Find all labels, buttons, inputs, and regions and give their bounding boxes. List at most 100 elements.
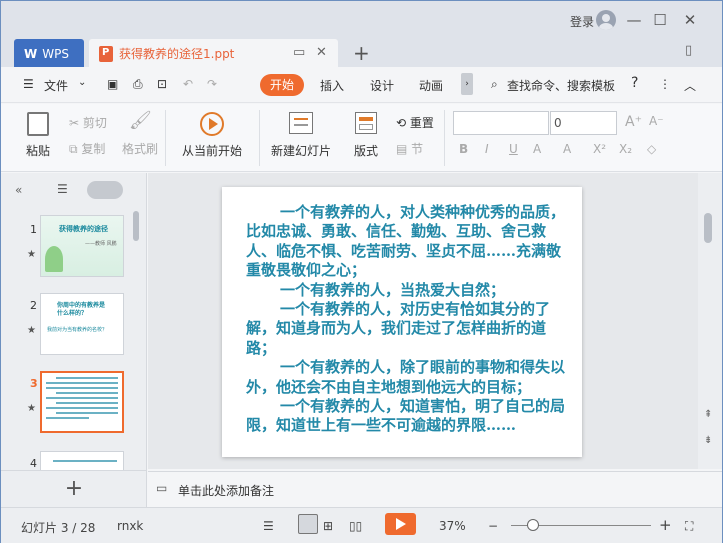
thumb2-sub: 我前对为当有教养的名校？: [47, 327, 108, 333]
tab-document[interactable]: 获得教养的途径1.ppt ▭ ✕: [89, 39, 338, 67]
slide-thumb-3[interactable]: [40, 371, 124, 433]
play-circle-icon: [200, 112, 224, 136]
reset-button[interactable]: ⟲ 重置: [396, 114, 434, 131]
window-mode-icon[interactable]: ▭: [293, 45, 305, 60]
wps-window: 登录 — ☐ ✕ W WPS 获得教养的途径1.ppt ▭ ✕ + ▯ ☰ 文件 …: [0, 0, 723, 543]
menu-insert[interactable]: 插入: [320, 77, 344, 94]
prev-slide-icon[interactable]: ⇞: [704, 409, 712, 420]
help-button[interactable]: ?: [631, 75, 638, 91]
canvas-scrollbar[interactable]: ⇞ ⇟: [698, 173, 722, 469]
zoom-out-button[interactable]: −: [488, 519, 498, 533]
collapse-panel-icon[interactable]: «: [15, 183, 22, 197]
cut-button[interactable]: ✂ 剪切: [69, 114, 107, 131]
slide-sorter-icon[interactable]: ⊞: [323, 519, 333, 533]
thumb3-lines: [46, 377, 118, 419]
copy-button[interactable]: ⧉ 复制: [69, 140, 105, 157]
zoom-level[interactable]: 37%: [439, 519, 466, 533]
text-color-icon[interactable]: A: [563, 142, 571, 156]
add-slide-button[interactable]: +: [1, 470, 147, 508]
thumb1-subtitle: ——教师 风鹏: [85, 241, 117, 247]
minimize-button[interactable]: —: [622, 8, 646, 32]
slide-number: 1: [30, 223, 37, 236]
close-window-button[interactable]: ✕: [678, 8, 702, 32]
more-icon[interactable]: ⋮: [659, 77, 671, 91]
underline-icon[interactable]: U: [509, 142, 518, 156]
current-slide[interactable]: 一个有教养的人，对人类种种优秀的品质，比如忠诚、勇敢、信任、勤勉、互助、舍己救人…: [222, 187, 582, 457]
paste-button[interactable]: 粘贴: [23, 112, 53, 159]
play-from-current-button[interactable]: 从当前开始: [179, 112, 245, 159]
login-link[interactable]: 登录: [570, 13, 594, 30]
paste-label: 粘贴: [25, 144, 50, 158]
slide-thumb-1[interactable]: 获得教养的途径 ——教师 风鹏: [40, 215, 124, 277]
bold-icon[interactable]: B: [459, 142, 468, 156]
status-bar: 幻灯片 3 / 28 rnxk ☰ ⊞ ▯▯ 37% − + ⛶: [1, 507, 722, 543]
thumbnail-view-icon[interactable]: [87, 181, 123, 199]
menu-file[interactable]: 文件: [44, 77, 68, 94]
new-tab-button[interactable]: +: [353, 41, 370, 65]
slide-number: 4: [30, 457, 37, 470]
notes-icon: ▭: [156, 481, 168, 495]
increase-font-icon[interactable]: A⁺: [625, 114, 642, 130]
slide-thumb-2[interactable]: 你周中的有教养是 什么样的？ 我前对为当有教养的名校？: [40, 293, 124, 355]
menu-start[interactable]: 开始: [260, 74, 304, 96]
avatar-icon[interactable]: [596, 10, 616, 30]
new-slide-label: 新建幻灯片: [270, 144, 331, 158]
hamburger-icon[interactable]: ☰: [23, 77, 34, 91]
zoom-slider-knob[interactable]: [527, 519, 539, 531]
layout-icon: [355, 112, 377, 134]
decrease-font-icon[interactable]: A⁻: [649, 114, 664, 128]
zoom-in-button[interactable]: +: [659, 516, 672, 534]
print-preview-icon[interactable]: ⊡: [157, 77, 167, 91]
section-button[interactable]: ▤ 节: [396, 140, 423, 157]
cut-label: 剪切: [82, 116, 107, 130]
layout-button[interactable]: 版式: [349, 112, 383, 159]
subscript-icon[interactable]: X₂: [619, 142, 632, 156]
reading-view-icon[interactable]: ▯▯: [349, 519, 362, 533]
format-painter-button[interactable]: 格式刷: [122, 140, 158, 157]
reset-label: 重置: [409, 116, 434, 130]
canvas-scroll-thumb[interactable]: [704, 213, 712, 243]
play-from-current-label: 从当前开始: [181, 144, 242, 158]
superscript-icon[interactable]: X²: [593, 142, 606, 156]
normal-view-icon[interactable]: [298, 514, 318, 534]
command-search[interactable]: 查找命令、搜索模板: [507, 77, 615, 94]
new-slide-icon: [289, 112, 313, 134]
next-slide-icon[interactable]: ⇟: [704, 435, 712, 446]
slide-thumb-4[interactable]: [40, 451, 124, 471]
theme-name[interactable]: rnxk: [117, 519, 143, 533]
slide-paragraph: 一个有教养的人，知道害怕，明了自己的局限，知道世上有一些不可逾越的界限……: [246, 397, 566, 435]
tab-wps-home[interactable]: W WPS: [14, 39, 84, 67]
fit-window-icon[interactable]: ⛶: [685, 519, 693, 534]
notes-area[interactable]: ▭ 单击此处添加备注: [148, 471, 722, 507]
clear-format-icon[interactable]: ◇: [647, 142, 656, 156]
menu-animation[interactable]: 动画: [419, 77, 443, 94]
tab-wps-label: WPS: [42, 47, 69, 61]
font-color-icon[interactable]: A: [533, 142, 541, 156]
play-slideshow-button[interactable]: [385, 513, 416, 535]
menu-bar: ☰ 文件 ⌄ ▣ ⎙ ⊡ ↶ ↷ 开始 插入 设计 动画 › ⌕ 查找命令、搜索…: [1, 67, 722, 103]
notes-placeholder: 单击此处添加备注: [178, 484, 275, 498]
italic-icon[interactable]: I: [485, 142, 489, 156]
slide-canvas: 一个有教养的人，对人类种种优秀的品质，比如忠诚、勇敢、信任、勤勉、互助、舍己救人…: [148, 173, 722, 469]
ppt-file-icon: [99, 45, 113, 62]
redo-icon[interactable]: ↷: [207, 77, 217, 91]
chevron-down-icon[interactable]: ⌄: [78, 77, 86, 88]
print-icon[interactable]: ⎙: [133, 77, 143, 92]
outline-view-icon[interactable]: ☰: [57, 182, 68, 196]
font-size-select[interactable]: 0: [550, 111, 617, 135]
menu-design[interactable]: 设计: [370, 77, 394, 94]
maximize-button[interactable]: ☐: [648, 8, 672, 32]
ribbon-separator: [444, 110, 445, 166]
menu-scroll-right-icon[interactable]: ›: [461, 73, 473, 95]
save-icon[interactable]: ▣: [107, 77, 118, 91]
notes-toggle-icon[interactable]: ☰: [263, 519, 274, 533]
close-tab-icon[interactable]: ✕: [316, 45, 327, 60]
sidebar-toggle-icon[interactable]: ▯: [685, 43, 692, 58]
new-slide-button[interactable]: 新建幻灯片: [269, 112, 333, 159]
layout-label: 版式: [353, 144, 378, 158]
collapse-ribbon-icon[interactable]: ︿: [684, 77, 696, 94]
font-name-select[interactable]: [453, 111, 549, 135]
panel-scrollbar[interactable]: [133, 211, 139, 241]
search-icon[interactable]: ⌕: [491, 77, 498, 92]
undo-icon[interactable]: ↶: [183, 77, 193, 91]
